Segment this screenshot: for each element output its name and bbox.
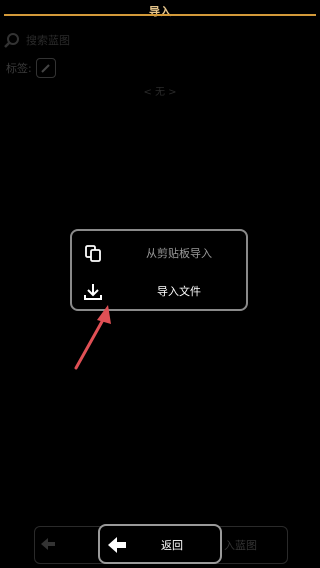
- empty-state-text: < 无 >: [143, 87, 177, 98]
- search-row: 搜索蓝图: [4, 30, 70, 50]
- search-placeholder: 搜索蓝图: [26, 34, 70, 47]
- pencil-icon: [41, 64, 50, 73]
- import-file-item[interactable]: 导入文件: [72, 273, 246, 309]
- import-from-clipboard-label: 从剪贴板导入: [146, 247, 212, 260]
- import-file-label: 导入文件: [157, 285, 201, 298]
- arrow-left-icon: [41, 538, 55, 550]
- tag-row: 标签:: [6, 58, 56, 78]
- background-import-text: 入蓝图: [224, 539, 257, 552]
- copy-icon: [85, 245, 101, 262]
- import-from-clipboard-item[interactable]: 从剪贴板导入: [72, 235, 246, 271]
- tag-edit-button: [35, 58, 56, 78]
- back-button-label: 返回: [161, 539, 183, 552]
- back-button[interactable]: 返回: [98, 524, 222, 564]
- import-popup: 从剪贴板导入 导入文件: [70, 229, 248, 311]
- tag-label: 标签:: [6, 62, 32, 75]
- search-icon: [4, 33, 19, 48]
- download-icon: [84, 284, 102, 300]
